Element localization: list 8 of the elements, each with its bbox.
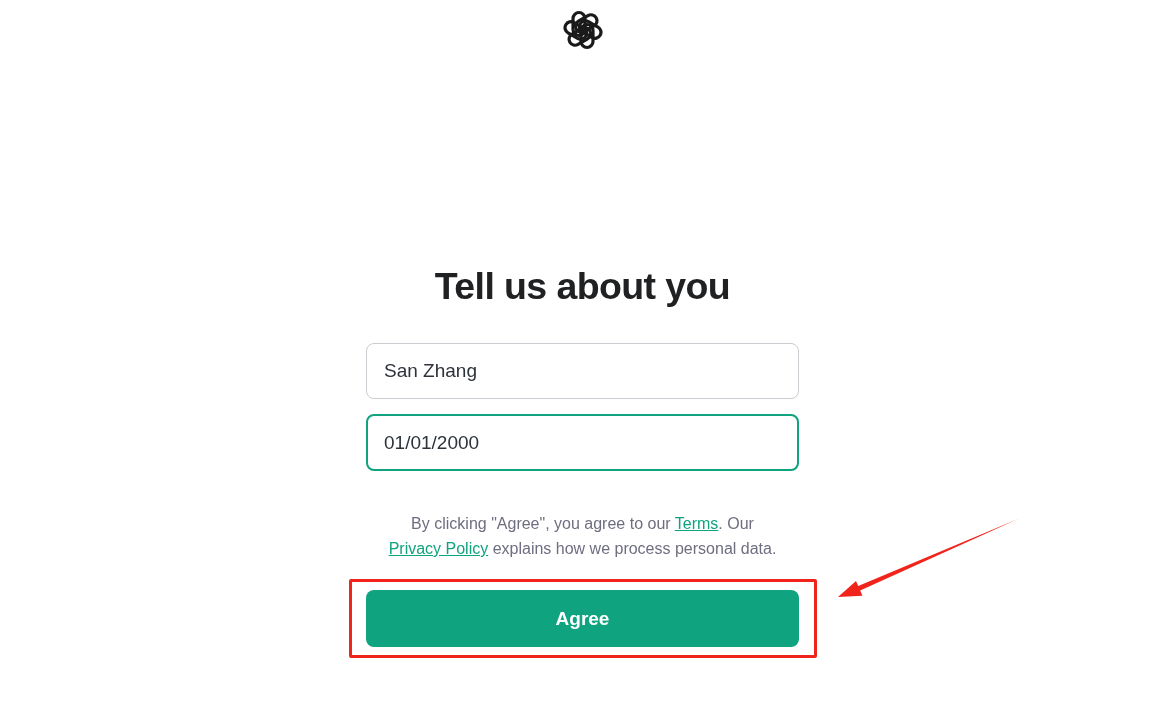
input-field[interactable]: San Zhang — [366, 343, 799, 399]
input-field[interactable]: 01/01/2000 — [366, 414, 799, 471]
agree-button[interactable]: Agree — [366, 590, 799, 647]
heading: Tell us about you — [434, 264, 731, 308]
link[interactable]: Terms — [674, 515, 719, 532]
consent-text: By clicking "Agree", you agree to our Terms. Our Privacy Policy explains how we process personal data. — [387, 514, 778, 559]
link[interactable]: Privacy Policy — [388, 540, 489, 557]
knot-logo-icon — [562, 10, 603, 50]
